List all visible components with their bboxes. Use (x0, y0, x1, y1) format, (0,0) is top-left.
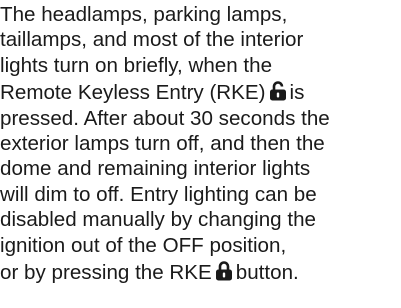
text-line-4-end: is (289, 81, 305, 105)
text-line-6: exterior lamps turn off, and then the (0, 132, 325, 156)
text-line-8: will dim to off. Entry lighting can be (0, 182, 317, 206)
lock-padlock-icon (215, 261, 233, 281)
text-line-4: Remote Keyless Entry (RKE) is (0, 80, 401, 105)
text-line-4-start: Remote Keyless Entry (RKE) (0, 81, 266, 105)
text-line-9: disabled manually by changing the (0, 208, 316, 232)
manual-paragraph: The headlamps, parking lamps, taillamps,… (0, 2, 401, 285)
text-line-10: ignition out of the OFF position, (0, 233, 287, 257)
unlock-padlock-icon (269, 81, 287, 101)
text-line-7: dome and remaining interior lights (0, 157, 311, 181)
text-line-2: taillamps, and most of the interior (0, 28, 304, 52)
text-line-1: The headlamps, parking lamps, (0, 3, 288, 26)
text-line-11: or by pressing the RKE button. (0, 260, 401, 285)
text-line-11-start: or by pressing the RKE (0, 261, 212, 285)
text-line-5: pressed. After about 30 seconds the (0, 106, 330, 130)
text-line-11-end: button. (235, 261, 299, 285)
text-line-3: lights turn on briefly, when the (0, 53, 273, 77)
